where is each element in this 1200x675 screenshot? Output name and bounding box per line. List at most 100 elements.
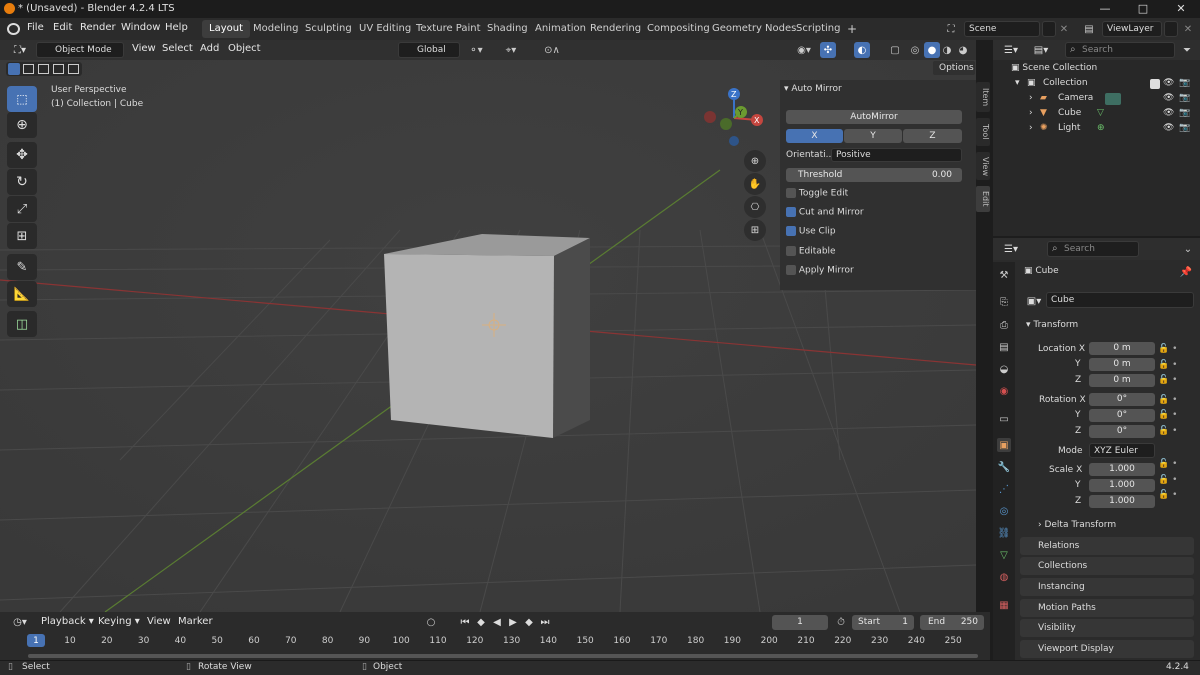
lock-icon[interactable]: 🔓 •	[1158, 408, 1194, 424]
camera-visibility-icon[interactable]: 👁	[1163, 93, 1174, 103]
collection-visibility-icon[interactable]: 👁	[1163, 78, 1174, 88]
solid-shading-icon[interactable]: ●	[924, 42, 940, 58]
rotation-y-field[interactable]: 0°	[1089, 409, 1155, 422]
move-tool[interactable]: ✥	[7, 142, 37, 168]
view-layer-icon[interactable]: ▤	[1078, 22, 1100, 36]
jump-start-icon[interactable]: ⏮	[458, 615, 472, 629]
viewport-menu-add[interactable]: Add	[200, 43, 219, 54]
zoom-icon[interactable]: ⊕	[744, 150, 766, 172]
transform-orientation-dropdown[interactable]: Global	[398, 42, 460, 58]
gizmo-neg-z-icon[interactable]	[729, 136, 739, 146]
scene-icon[interactable]: ⛶	[940, 22, 962, 36]
pan-icon[interactable]: ✋	[744, 173, 766, 195]
texture-tab-icon[interactable]: ▦	[997, 598, 1011, 612]
toggle-edit-checkbox[interactable]: Toggle Edit	[786, 188, 848, 199]
cube-render-icon[interactable]: 📷	[1179, 108, 1190, 118]
tab-texture-paint[interactable]: Texture Paint	[409, 20, 488, 38]
timeline-menu-keying[interactable]: Keying ▾	[98, 616, 140, 627]
lock-icon[interactable]: 🔓 •	[1158, 424, 1194, 440]
axis-x-toggle[interactable]: X	[786, 129, 843, 143]
camera-view-icon[interactable]: ⎔	[744, 196, 766, 218]
sidebar-tab-edit[interactable]: Edit	[976, 186, 990, 212]
filter-icon[interactable]: ⏷	[1179, 43, 1195, 57]
display-mode-icon[interactable]: ▤▾	[1029, 43, 1053, 57]
timeline-editor-type-icon[interactable]: ◷▾	[8, 615, 32, 629]
lock-icon[interactable]: 🔓 •	[1158, 342, 1194, 358]
automirror-button[interactable]: AutoMirror	[786, 110, 962, 124]
lock-icon[interactable]: 🔓 •	[1158, 488, 1194, 504]
menu-window[interactable]: Window	[121, 22, 160, 33]
scale-x-field[interactable]: 1.000	[1089, 463, 1155, 476]
select-new-icon[interactable]	[8, 63, 20, 75]
collection-row[interactable]: ▾ ▣ Collection 👁 📷	[993, 77, 1200, 92]
lock-icon[interactable]: 🔓 •	[1158, 393, 1194, 409]
scale-tool[interactable]: ⤢	[7, 196, 37, 222]
outliner-editor-type-icon[interactable]: ☰▾	[999, 43, 1023, 57]
new-view-layer-button[interactable]	[1164, 21, 1178, 37]
lock-icon[interactable]: 🔓 •	[1158, 473, 1194, 489]
transform-panel-header[interactable]: ▾ Transform	[1026, 320, 1078, 330]
navigation-gizmo[interactable]: Z X Y	[700, 84, 770, 150]
select-intersect-icon[interactable]	[68, 64, 79, 74]
current-frame-field[interactable]: 1	[772, 615, 828, 630]
data-tab-icon[interactable]: ▽	[997, 548, 1011, 562]
select-subtract-icon[interactable]	[38, 64, 49, 74]
close-view-layer-icon[interactable]: ✕	[1182, 22, 1194, 36]
mode-dropdown[interactable]: Object Mode	[36, 42, 124, 58]
viewport-menu-object[interactable]: Object	[228, 43, 261, 54]
timeline-scrollbar[interactable]	[28, 654, 978, 658]
tab-modeling[interactable]: Modeling	[246, 20, 306, 38]
menu-edit[interactable]: Edit	[53, 22, 72, 33]
gizmo-toggle-icon[interactable]: ✣	[820, 42, 836, 58]
sidebar-tab-tool[interactable]: Tool	[976, 118, 990, 146]
scene-name-field[interactable]: Scene	[964, 21, 1040, 37]
view-layer-tab-icon[interactable]: ▤	[997, 340, 1011, 354]
jump-end-icon[interactable]: ⏭	[538, 615, 552, 629]
transform-tool[interactable]: ⊞	[7, 223, 37, 249]
annotate-tool[interactable]: ✎	[7, 254, 37, 280]
end-frame-field[interactable]: End 250	[920, 615, 984, 630]
lock-icon[interactable]: 🔓 •	[1158, 373, 1194, 389]
viewport-display-panel[interactable]: Viewport Display	[1020, 640, 1194, 658]
viewport-menu-select[interactable]: Select	[162, 43, 193, 54]
output-tab-icon[interactable]: ⎙	[997, 318, 1011, 332]
maximize-button[interactable]: □	[1124, 0, 1162, 18]
world-tab-icon[interactable]: ◉	[997, 384, 1011, 398]
material-tab-icon[interactable]: ◍	[997, 570, 1011, 584]
tab-scripting[interactable]: Scripting	[789, 20, 847, 38]
new-scene-button[interactable]	[1042, 21, 1056, 37]
lock-icon[interactable]: 🔓 •	[1158, 358, 1194, 374]
cursor-tool[interactable]: ⊕	[7, 112, 37, 138]
editor-type-icon[interactable]: ⛶▾	[8, 43, 32, 57]
location-y-field[interactable]: 0 m	[1089, 358, 1155, 371]
camera-expand-icon[interactable]: ›	[1029, 93, 1033, 103]
start-frame-field[interactable]: Start 1	[852, 615, 914, 630]
measure-tool[interactable]: 📐	[7, 281, 37, 307]
cube-object[interactable]	[384, 234, 590, 438]
collection-expand-icon[interactable]: ▾	[1015, 78, 1020, 88]
select-extend-icon[interactable]	[23, 64, 34, 74]
cube-expand-icon[interactable]: ›	[1029, 108, 1033, 118]
scale-z-field[interactable]: 1.000	[1089, 495, 1155, 508]
menu-help[interactable]: Help	[165, 22, 188, 33]
relations-panel[interactable]: Relations	[1020, 537, 1194, 555]
constraints-tab-icon[interactable]: ⛓	[997, 526, 1011, 540]
rotation-x-field[interactable]: 0°	[1089, 393, 1155, 406]
pivot-icon[interactable]: ⚬▾	[464, 43, 488, 57]
close-scene-icon[interactable]: ✕	[1058, 22, 1070, 36]
timeline-menu-playback[interactable]: Playback ▾	[41, 616, 94, 627]
render-tab-icon[interactable]: ⎘	[997, 295, 1011, 309]
collection-tab-icon[interactable]: ▭	[997, 412, 1011, 426]
visibility-icon[interactable]: ◉▾	[790, 43, 818, 57]
xray-icon[interactable]: ▢	[888, 43, 902, 57]
outliner-search-input[interactable]: ⌕ Search	[1065, 42, 1175, 58]
auto-keying-icon[interactable]: ○	[424, 615, 438, 629]
perspective-toggle-icon[interactable]: ⊞	[744, 219, 766, 241]
timeline-menu-view[interactable]: View	[147, 616, 171, 627]
auto-mirror-header[interactable]: ▾ Auto Mirror	[784, 84, 842, 94]
play-reverse-icon[interactable]: ◀	[490, 615, 504, 629]
motion-paths-panel[interactable]: Motion Paths	[1020, 599, 1194, 617]
timeline-menu-marker[interactable]: Marker	[178, 616, 213, 627]
play-icon[interactable]: ▶	[506, 615, 520, 629]
properties-search-input[interactable]: ⌕ Search	[1047, 241, 1139, 257]
